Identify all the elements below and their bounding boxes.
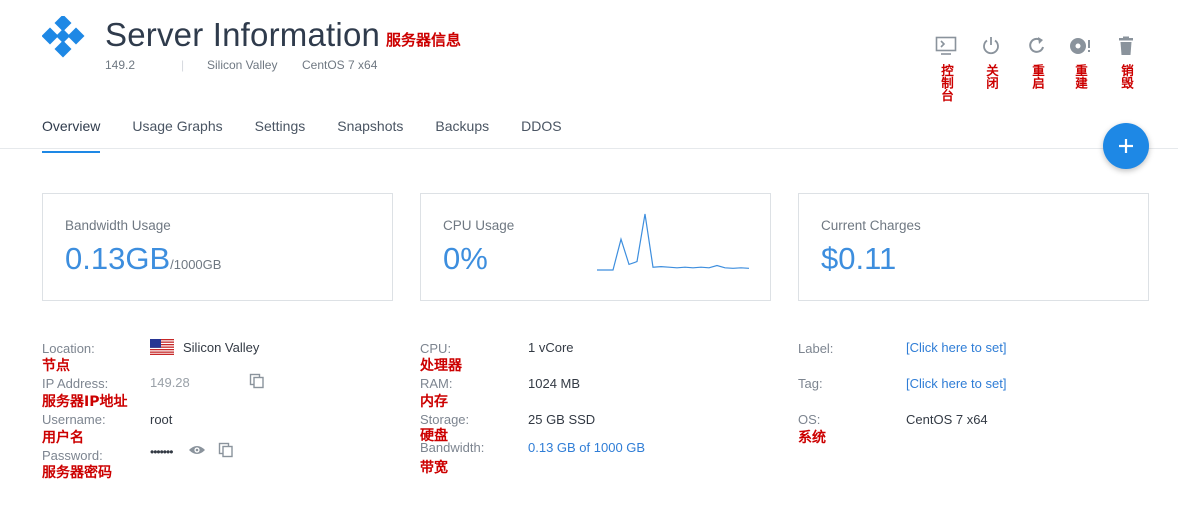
page-title-annotation: 服务器信息 <box>386 31 462 49</box>
ram-annotation: 内存 <box>420 394 448 410</box>
os-annotation: 系统 <box>798 430 826 446</box>
location-label: Location: <box>42 341 95 356</box>
os-value: CentOS 7 x64 <box>906 412 988 427</box>
trash-icon <box>1119 36 1133 55</box>
subtitle-separator: | <box>181 58 185 72</box>
bandwidth-card-title: Bandwidth Usage <box>65 218 171 233</box>
set-label-link[interactable]: [Click here to set] <box>906 340 1006 355</box>
bandwidth-used: 0.13GB <box>65 241 171 276</box>
charges-card: Current Charges $0.11 <box>798 193 1149 301</box>
tag-label: Tag: <box>798 376 823 391</box>
subtitle-location: Silicon Valley <box>207 58 278 72</box>
cpu-value: 1 vCore <box>528 340 574 355</box>
restart-icon <box>1029 37 1044 53</box>
bandwidth-card-value: 0.13GB/1000GB <box>65 241 221 277</box>
charges-card-value: $0.11 <box>821 241 897 276</box>
power-button[interactable]: 关闭 <box>979 36 1003 89</box>
server-subtitle: 149.2 | Silicon Valley CentOS 7 x64 <box>105 58 377 72</box>
console-button[interactable]: 控制台 <box>934 36 958 102</box>
password-annotation: 服务器密码 <box>42 465 112 481</box>
reinstall-label: 重建 <box>1073 64 1088 89</box>
ip-label: IP Address: <box>42 376 109 391</box>
password-label: Password: <box>42 448 103 463</box>
cpu-card-value: 0% <box>443 241 488 276</box>
cpu-card-title: CPU Usage <box>443 218 515 233</box>
username-value: root <box>150 412 173 427</box>
bandwidth-card: Bandwidth Usage 0.13GB/1000GB <box>42 193 393 301</box>
copy-icon <box>249 373 264 389</box>
reinstall-icon <box>1070 38 1090 54</box>
logo-icon <box>41 14 86 60</box>
cpu-label: CPU: <box>420 341 452 356</box>
subtitle-os: CentOS 7 x64 <box>302 58 378 72</box>
subtitle-ip: 149.2 <box>105 58 136 72</box>
label-label: Label: <box>798 341 834 356</box>
bandwidth-label: Bandwidth: <box>420 440 485 455</box>
copy-ip-button[interactable] <box>249 373 265 394</box>
us-flag-icon <box>150 339 174 360</box>
power-icon <box>983 37 999 55</box>
cpu-annotation: 处理器 <box>420 358 462 374</box>
eye-icon <box>189 446 205 454</box>
bandwidth-total: /1000GB <box>170 257 222 272</box>
username-label: Username: <box>42 412 106 427</box>
ram-label: RAM: <box>420 376 453 391</box>
destroy-button[interactable]: 销毁 <box>1114 36 1138 89</box>
ip-annotation: 服务器IP地址 <box>42 394 128 410</box>
set-tag-link[interactable]: [Click here to set] <box>906 376 1006 391</box>
restart-button[interactable]: 重启 <box>1025 36 1049 89</box>
password-value: ••••••• <box>150 445 173 459</box>
add-button[interactable] <box>1103 123 1149 169</box>
cpu-sparkline <box>597 213 750 271</box>
charges-card-title: Current Charges <box>821 218 921 233</box>
location-annotation: 节点 <box>42 358 70 374</box>
power-label: 关闭 <box>984 64 999 89</box>
bandwidth-annotation: 带宽 <box>420 460 448 476</box>
cpu-card: CPU Usage 0% <box>420 193 771 301</box>
console-label: 控制台 <box>939 64 954 102</box>
copy-password-button[interactable] <box>218 442 234 463</box>
bandwidth-value-link[interactable]: 0.13 GB of 1000 GB <box>528 440 645 455</box>
restart-label: 重启 <box>1030 64 1045 89</box>
ram-value: 1024 MB <box>528 376 581 391</box>
os-label: OS: <box>798 412 821 427</box>
username-annotation: 用户名 <box>42 430 84 446</box>
reinstall-button[interactable]: 重建 <box>1068 36 1092 89</box>
page-title: Server Information <box>105 16 381 53</box>
console-icon <box>935 36 957 55</box>
ip-value: 149.28 <box>150 375 190 390</box>
tab-divider <box>0 148 1178 149</box>
location-value: Silicon Valley <box>183 340 260 355</box>
plus-icon <box>1119 139 1133 153</box>
show-password-button[interactable] <box>188 443 206 462</box>
storage-value: 25 GB SSD <box>528 412 596 427</box>
copy-icon <box>218 442 233 458</box>
destroy-label: 销毁 <box>1119 64 1134 89</box>
